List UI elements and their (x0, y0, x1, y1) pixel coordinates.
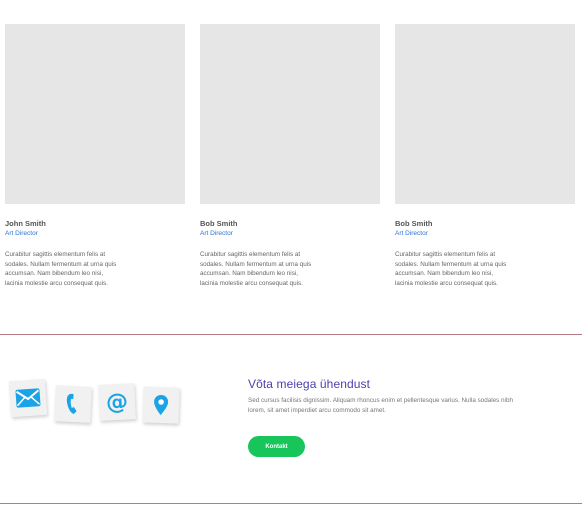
team-section: John Smith Art Director Curabitur sagitt… (0, 0, 582, 300)
contact-text: Sed cursus facilisis dignissim. Aliquam … (248, 397, 513, 414)
team-member-card: John Smith Art Director Curabitur sagitt… (5, 24, 185, 288)
svg-text:@: @ (105, 389, 128, 414)
member-photo-placeholder (5, 24, 185, 204)
at-sign-icon: @ (98, 383, 136, 421)
team-member-card: Bob Smith Art Director Curabitur sagitti… (200, 24, 380, 288)
member-bio: Curabitur sagittis elementum felis at so… (200, 251, 312, 287)
member-bio: Curabitur sagittis elementum felis at so… (395, 251, 507, 287)
contact-button[interactable]: Kontakt (248, 436, 305, 457)
member-role: Art Director (395, 230, 428, 237)
phone-icon (54, 385, 92, 423)
contact-icons: @ (6, 370, 196, 430)
location-pin-icon (142, 386, 180, 424)
footer-divider (0, 503, 582, 504)
member-bio: Curabitur sagittis elementum felis at so… (5, 251, 117, 287)
contact-section: Võta meiega ühendust Sed cursus facilisi… (248, 376, 573, 457)
section-divider (0, 334, 582, 335)
member-name: Bob Smith (395, 219, 433, 228)
member-photo-placeholder (395, 24, 575, 204)
team-member-card: Bob Smith Art Director Curabitur sagitti… (395, 24, 575, 288)
member-role: Art Director (5, 230, 38, 237)
envelope-icon (8, 378, 48, 418)
member-name: Bob Smith (200, 219, 238, 228)
member-photo-placeholder (200, 24, 380, 204)
member-role: Art Director (200, 230, 233, 237)
member-name: John Smith (5, 219, 46, 228)
contact-title: Võta meiega ühendust (248, 377, 371, 391)
